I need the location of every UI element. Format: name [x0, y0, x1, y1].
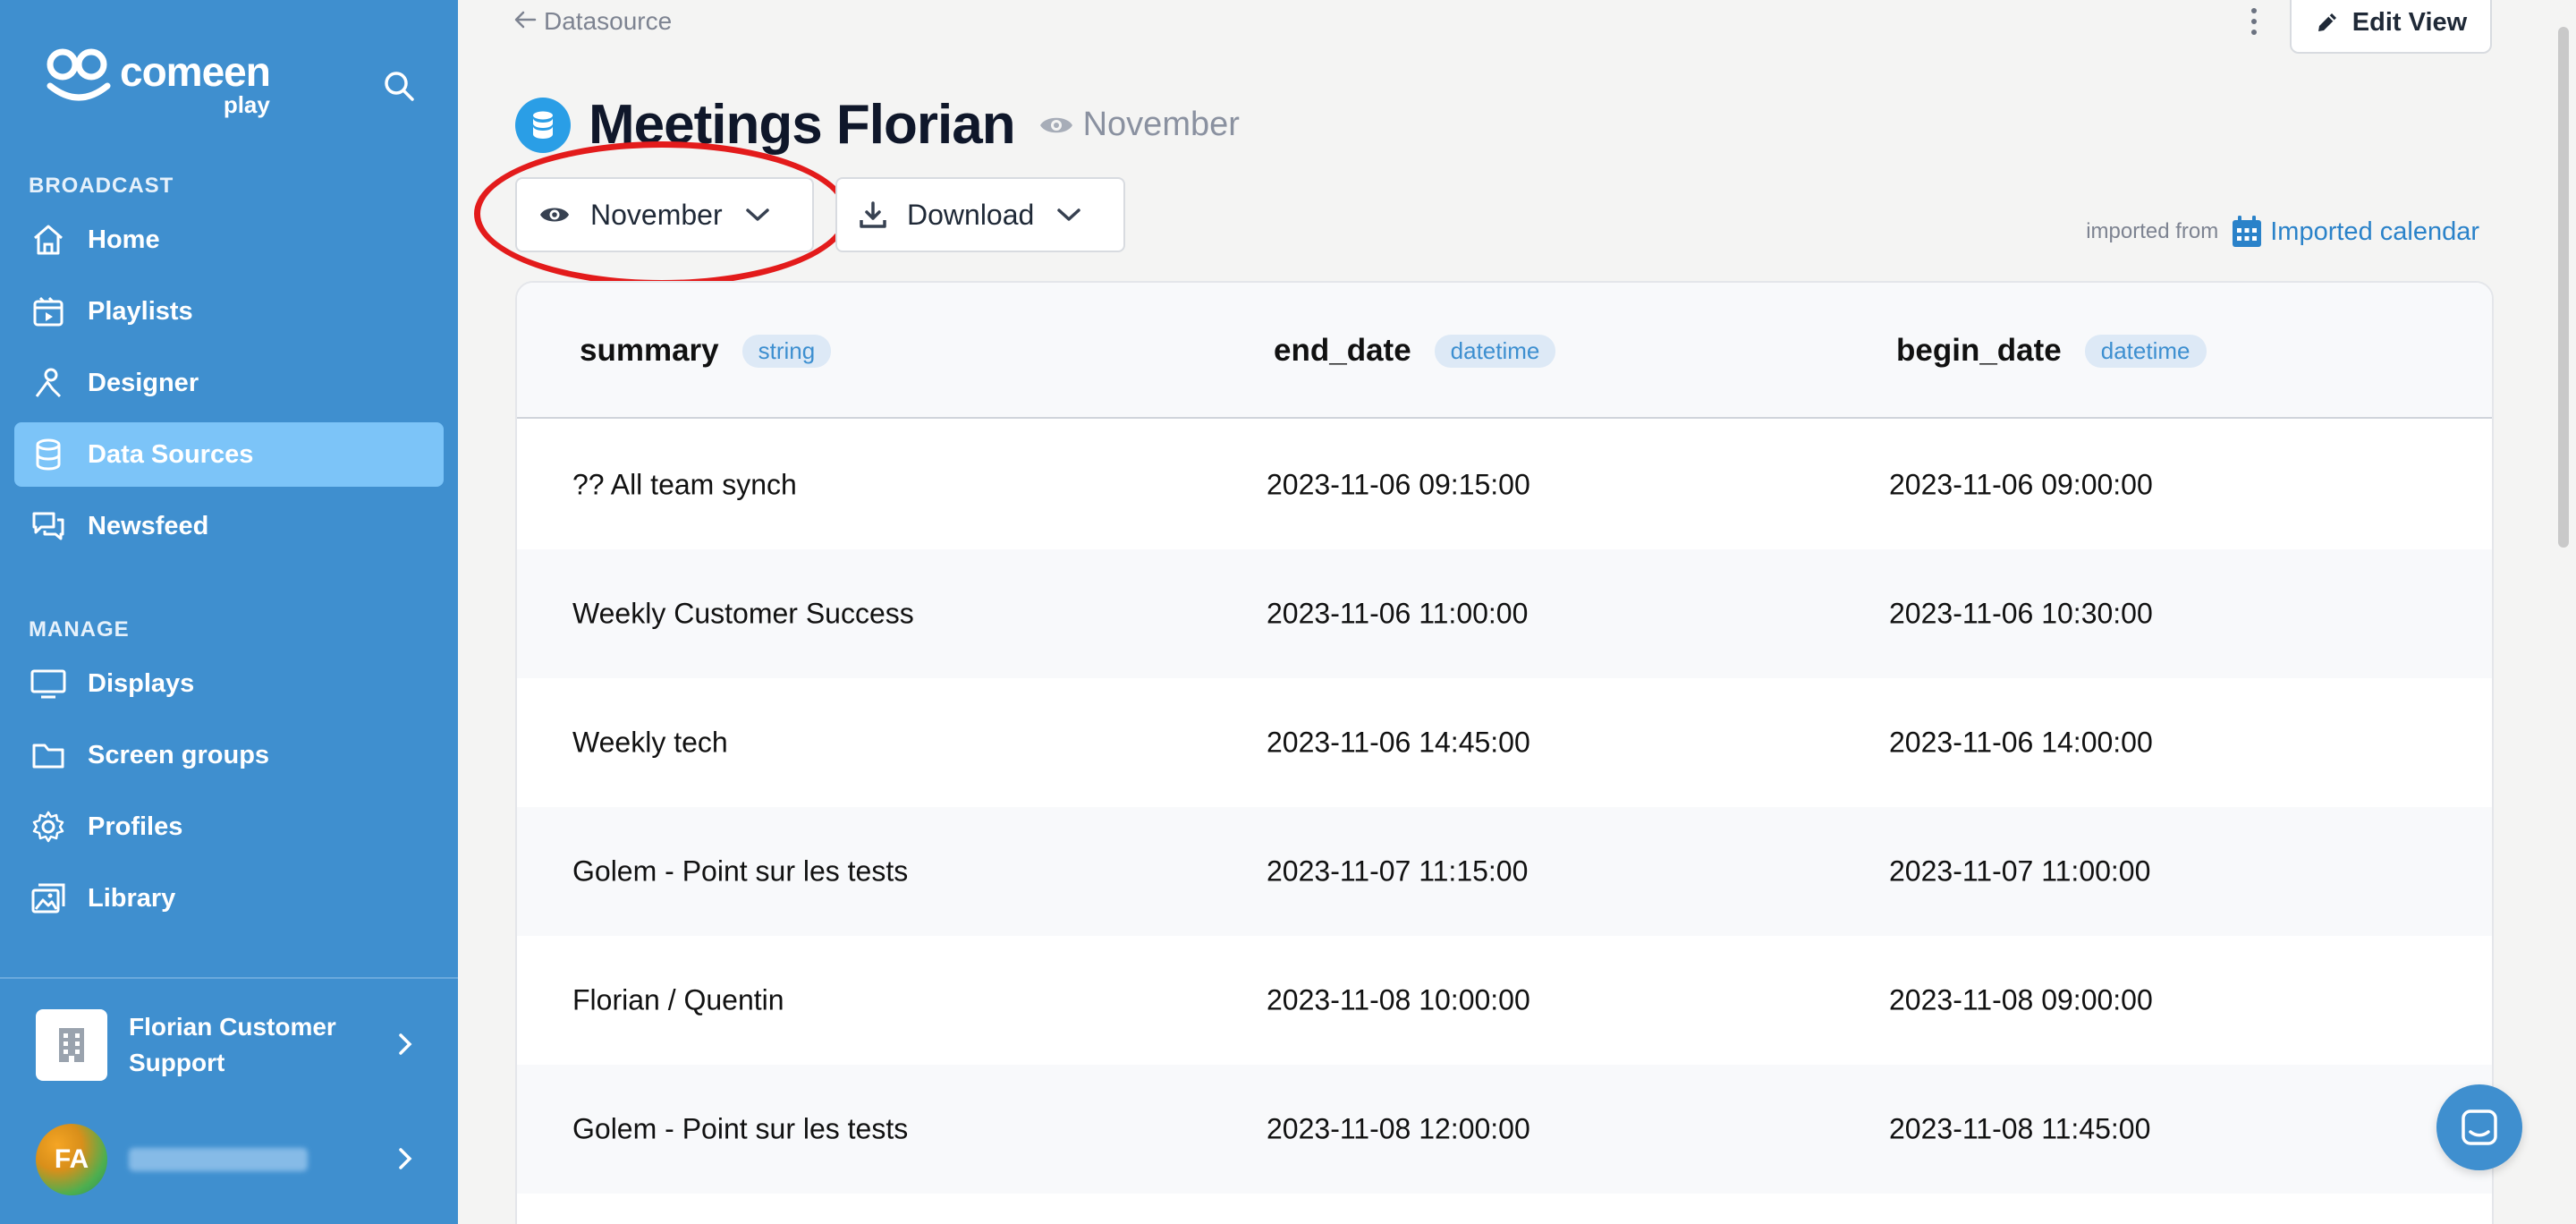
cell-begin-date: 2023-11-07 11:00:00 [1889, 854, 2151, 888]
folder-icon [29, 735, 68, 775]
arrow-left-icon [513, 7, 537, 36]
cell-summary: Weekly tech [572, 726, 728, 759]
type-badge: string [741, 334, 832, 368]
organization-name: Florian Customer Support [129, 1013, 336, 1076]
pencil-icon [2318, 13, 2336, 31]
sidebar-item-designer[interactable]: Designer [14, 351, 444, 415]
column-header-summary[interactable]: summary string [580, 333, 832, 369]
sidebar-item-label: Profiles [88, 812, 183, 841]
sidebar-item-label: Newsfeed [88, 511, 209, 540]
sidebar-divider [0, 977, 458, 979]
sidebar-item-label: Playlists [88, 296, 193, 326]
type-badge: datetime [2084, 334, 2207, 368]
sidebar-item-label: Designer [88, 368, 199, 397]
cell-begin-date: 2023-11-08 09:00:00 [1889, 983, 2153, 1016]
table-row[interactable]: Golem - Point sur les tests 2023-11-08 1… [517, 1065, 2492, 1194]
chevron-right-icon [399, 1033, 412, 1055]
avatar: FA [36, 1124, 107, 1195]
cell-end-date: 2023-11-06 11:00:00 [1267, 597, 1529, 630]
download-label: Download [907, 198, 1035, 231]
column-header-begin-date[interactable]: begin_date datetime [1896, 333, 2207, 369]
current-view-indicator: November [1038, 106, 1240, 144]
download-icon [860, 201, 886, 228]
table-header: summary string end_date datetime begin_d… [517, 283, 2492, 419]
edit-view-button[interactable]: Edit View [2290, 0, 2492, 54]
home-icon [29, 220, 68, 259]
calendar-icon [2233, 216, 2262, 247]
scrollbar-thumb[interactable] [2558, 27, 2569, 548]
chat-icon [2462, 1109, 2497, 1145]
more-options-icon[interactable] [2241, 5, 2267, 38]
column-header-end-date[interactable]: end_date datetime [1274, 333, 1556, 369]
sidebar-item-newsfeed[interactable]: Newsfeed [14, 494, 444, 558]
image-library-icon [29, 879, 68, 918]
cell-begin-date: 2023-11-06 09:00:00 [1889, 468, 2153, 501]
chevron-down-icon [1057, 208, 1081, 221]
table-row[interactable]: Golem - Point sur les tests 2023-11-07 1… [517, 807, 2492, 936]
monitor-icon [29, 664, 68, 703]
brand-name: comeen [120, 48, 271, 95]
table-row[interactable]: ?? All team synch 2023-11-06 09:15:00 20… [517, 421, 2492, 549]
sidebar-item-label: Library [88, 883, 176, 913]
back-link-label: Datasource [544, 7, 673, 35]
user-menu[interactable]: FA [36, 1124, 429, 1195]
current-view-label: November [1082, 106, 1240, 143]
organization-switcher[interactable]: Florian Customer Support [36, 1009, 429, 1081]
building-icon [36, 1009, 107, 1081]
cell-begin-date: 2023-11-06 14:00:00 [1889, 726, 2153, 759]
database-icon [515, 97, 571, 153]
cell-summary: Golem - Point sur les tests [572, 1112, 909, 1145]
back-link-datasource[interactable]: Datasource [513, 7, 672, 36]
section-label-broadcast: BROADCAST [29, 174, 174, 198]
annotation-highlight-circle [474, 141, 850, 286]
sidebar-item-profiles[interactable]: Profiles [14, 795, 444, 859]
cell-begin-date: 2023-11-06 10:30:00 [1889, 597, 2153, 630]
cell-summary: ?? All team synch [572, 468, 797, 501]
database-icon [29, 435, 68, 474]
comeen-logo[interactable]: comeen play [43, 45, 271, 118]
sidebar: comeen play BROADCAST Home Playlists Des… [0, 0, 458, 1224]
sidebar-item-data-sources[interactable]: Data Sources [14, 422, 444, 487]
data-table: summary string end_date datetime begin_d… [515, 281, 2494, 1224]
eye-icon [1039, 117, 1072, 132]
sidebar-item-library[interactable]: Library [14, 866, 444, 931]
chat-launcher-button[interactable] [2436, 1084, 2522, 1170]
imported-from: imported from Imported calendar [2086, 215, 2479, 249]
playlist-icon [29, 292, 68, 331]
imported-source-link[interactable]: Imported calendar [2270, 217, 2479, 247]
comeen-logo-icon [47, 48, 111, 101]
table-row[interactable]: Weekly tech 2023-11-06 14:45:00 2023-11-… [517, 678, 2492, 807]
user-name-redacted [129, 1148, 308, 1171]
imported-from-label: imported from [2086, 219, 2219, 243]
download-dropdown[interactable]: Download [835, 177, 1125, 252]
sidebar-item-home[interactable]: Home [14, 208, 444, 272]
edit-view-label: Edit View [2351, 7, 2468, 37]
section-label-manage: MANAGE [29, 617, 130, 642]
cell-end-date: 2023-11-06 14:45:00 [1267, 726, 1530, 759]
cell-summary: Weekly Customer Success [572, 597, 914, 630]
brand-sub: play [223, 91, 270, 118]
cell-end-date: 2023-11-07 11:15:00 [1267, 854, 1529, 888]
gear-icon [29, 807, 68, 846]
sidebar-item-displays[interactable]: Displays [14, 651, 444, 716]
cell-end-date: 2023-11-08 10:00:00 [1267, 983, 1530, 1016]
cell-begin-date: 2023-11-08 11:45:00 [1889, 1112, 2151, 1145]
sidebar-item-screen-groups[interactable]: Screen groups [14, 723, 444, 787]
sidebar-item-label: Data Sources [88, 439, 254, 469]
chevron-right-icon [399, 1148, 412, 1169]
sidebar-item-label: Screen groups [88, 740, 270, 769]
table-row[interactable]: Florian / Quentin 2023-11-08 10:00:00 20… [517, 936, 2492, 1065]
sidebar-item-label: Displays [88, 668, 195, 698]
sidebar-item-playlists[interactable]: Playlists [14, 279, 444, 344]
table-row[interactable]: Weekly Customer Success 2023-11-06 11:00… [517, 549, 2492, 678]
cell-end-date: 2023-11-06 09:15:00 [1267, 468, 1530, 501]
search-icon[interactable] [381, 68, 417, 104]
cell-summary: Florian / Quentin [572, 983, 784, 1016]
type-badge: datetime [1434, 334, 1556, 368]
chat-bubbles-icon [29, 506, 68, 546]
designer-icon [29, 363, 68, 403]
cell-end-date: 2023-11-08 12:00:00 [1267, 1112, 1530, 1145]
sidebar-item-label: Home [88, 225, 160, 254]
cell-summary: Golem - Point sur les tests [572, 854, 909, 888]
